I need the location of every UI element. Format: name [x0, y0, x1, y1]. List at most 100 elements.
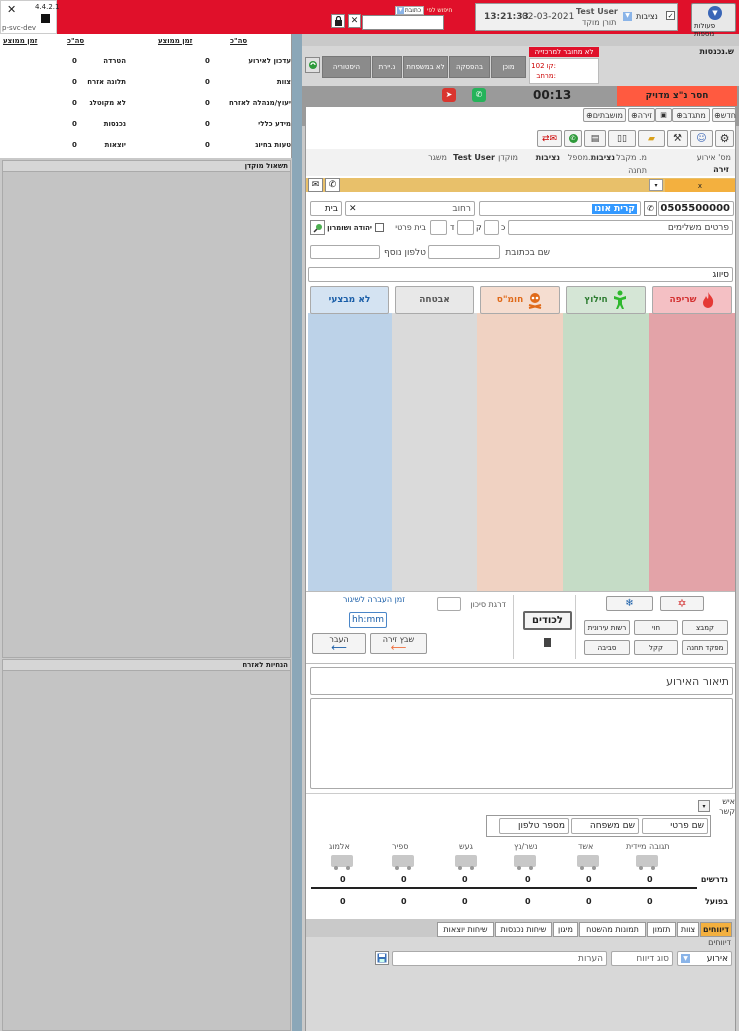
- lock-button[interactable]: [331, 14, 345, 28]
- tab-protection[interactable]: מיגון: [553, 922, 578, 937]
- arena-tab-x[interactable]: x: [665, 179, 735, 192]
- field-k[interactable]: [484, 220, 499, 235]
- user-box: 13:21:33 02-03-2021 Test User תורן מוקד …: [475, 3, 678, 31]
- risk-level-field[interactable]: [437, 597, 461, 611]
- details-field[interactable]: פרטים משלימים: [508, 220, 733, 235]
- settings-button[interactable]: ⚙: [715, 130, 734, 147]
- unit-button[interactable]: ▣: [655, 108, 672, 122]
- transfer-time-field[interactable]: hh:mm: [349, 612, 387, 628]
- category-fire-button[interactable]: שריפה: [652, 286, 732, 314]
- telegram-icon[interactable]: ➤: [442, 88, 456, 102]
- rescuer-icon: [613, 290, 626, 309]
- letter-k: כ: [501, 223, 506, 232]
- magnifier-icon: [312, 223, 322, 233]
- save-report-button[interactable]: [375, 951, 389, 965]
- stat-label: לא מקוטלג: [89, 99, 126, 107]
- search-mode-select[interactable]: ▼ כתובת: [395, 6, 424, 15]
- attachments-button[interactable]: ▰: [638, 130, 665, 147]
- private-house-checkbox[interactable]: [375, 223, 384, 232]
- contact-expand-button[interactable]: ▾: [698, 800, 710, 812]
- description-title-field[interactable]: תיאור האירוע: [310, 667, 733, 695]
- tracked-button[interactable]: ⊕ מתגדב: [672, 108, 710, 122]
- phone-status-icon[interactable]: ✆: [325, 178, 340, 192]
- snowflake-button[interactable]: ❄: [606, 596, 653, 611]
- map-search-button[interactable]: [310, 220, 325, 235]
- house-field[interactable]: בית: [310, 201, 342, 216]
- more-actions-button[interactable]: ▼ פעולות נוספות: [691, 3, 736, 38]
- close-icon[interactable]: ✕: [7, 3, 16, 16]
- tab-paper[interactable]: נ.יירת: [372, 56, 402, 78]
- contact-first-name[interactable]: שם פרטי: [642, 818, 708, 834]
- tab-break[interactable]: בהפסקה: [449, 56, 490, 78]
- role-checkbox[interactable]: ✓: [666, 11, 675, 20]
- contact-last-name[interactable]: שם משפחה: [571, 818, 639, 834]
- star-of-david-icon: ✡: [677, 597, 687, 610]
- phone-device-icon: ▯▯: [617, 133, 627, 144]
- field-q[interactable]: [457, 220, 474, 235]
- refresh-button[interactable]: [305, 57, 320, 73]
- search-input[interactable]: [362, 15, 444, 30]
- phone-lookup-button[interactable]: ✆: [644, 201, 657, 216]
- tab-team[interactable]: צוות: [677, 922, 699, 937]
- dispatch-button-station-commander[interactable]: מפקד תחנה: [682, 640, 728, 655]
- stations-button[interactable]: ⊕ מושבתים: [583, 108, 626, 122]
- tab-not-in-shift[interactable]: לא במשפחת: [403, 56, 448, 78]
- category-security-button[interactable]: אבטחה: [395, 286, 474, 314]
- tools-button[interactable]: ⚒: [667, 130, 688, 147]
- to-codes-button[interactable]: לכודים: [523, 611, 572, 630]
- mail-arrows-icon: ⇄✉: [541, 133, 558, 144]
- street-field[interactable]: ✕ רחוב: [345, 201, 475, 216]
- category-hazmat-button[interactable]: חומ"ס: [480, 286, 560, 314]
- book-button[interactable]: ▤: [584, 130, 606, 147]
- snowflake-icon: ❄: [625, 598, 634, 609]
- tab-history[interactable]: היסטוריה: [322, 56, 371, 78]
- tab-outgoing-calls[interactable]: שיחות יוצאות: [437, 922, 494, 937]
- report-type-field[interactable]: סוג דיווח: [611, 951, 673, 966]
- category-rescue-button[interactable]: חילוץ: [566, 286, 646, 314]
- role-dropdown[interactable]: ▼: [623, 12, 632, 21]
- assign-arena-button[interactable]: שבץ זירה ⟵: [370, 633, 427, 654]
- role-checkbox-label: נציבות: [636, 12, 658, 21]
- tab-timing[interactable]: תזמון: [647, 922, 676, 937]
- extra-phone-field[interactable]: [310, 245, 380, 259]
- stat-label: יעוץ/מנהלה לאזרח: [229, 99, 291, 107]
- tab-incoming-calls[interactable]: שיחות נכנסות: [495, 922, 552, 937]
- written-name-field[interactable]: [428, 245, 500, 259]
- classification-label: סיווג: [712, 269, 729, 280]
- tab-ready[interactable]: מוכן: [491, 56, 526, 78]
- send-mail-button[interactable]: ⇄✉: [537, 130, 562, 147]
- whatsapp-icon[interactable]: ✆: [472, 88, 486, 102]
- phone-number-field[interactable]: 0505500000: [658, 201, 734, 216]
- private-house-label: בית פרטי: [395, 223, 426, 232]
- dispatch-button-kkl[interactable]: קקל: [634, 640, 678, 655]
- classification-field[interactable]: סיווג: [308, 267, 733, 282]
- stat-value: 0: [72, 120, 77, 128]
- dispatch-button-hovi[interactable]: חוי: [634, 620, 678, 635]
- people-button[interactable]: ☺: [690, 130, 713, 147]
- new-button[interactable]: ⊕ חדש: [712, 108, 736, 122]
- report-notes-field[interactable]: הערות: [392, 951, 607, 966]
- clear-street-icon[interactable]: ✕: [349, 204, 357, 214]
- arrow-left-orange-icon: ⟵: [390, 641, 407, 654]
- city-field[interactable]: קרית אונו: [479, 201, 641, 216]
- dispatch-button-environment[interactable]: סביבה: [584, 640, 630, 655]
- call-button[interactable]: ✆: [564, 130, 582, 147]
- star-of-david-button[interactable]: ✡: [660, 596, 704, 611]
- clear-search-button[interactable]: ✕: [348, 14, 361, 28]
- dispatch-button-kamab[interactable]: קמבצ: [682, 620, 728, 635]
- info-label-receiver: מ. מקבל: [616, 153, 647, 162]
- field-d[interactable]: [430, 220, 447, 235]
- tab-reports[interactable]: דיווחים: [700, 922, 732, 937]
- contact-phone[interactable]: מספר טלפון: [499, 818, 569, 834]
- report-event-select[interactable]: ▼ אירוע: [677, 951, 732, 966]
- splitter[interactable]: [292, 34, 302, 1031]
- description-textarea[interactable]: [310, 698, 733, 789]
- dispatch-button-municipality[interactable]: רשות עירונית: [584, 620, 630, 635]
- tab-field-photos[interactable]: תמונות מהשטח: [579, 922, 646, 937]
- pass-button[interactable]: העבר ⟵: [312, 633, 366, 654]
- arena-button[interactable]: ⊕ זירה: [628, 108, 655, 122]
- mail-icon[interactable]: ✉: [308, 178, 323, 192]
- devices-button[interactable]: ▯▯: [608, 130, 636, 147]
- category-nonop-button[interactable]: לא מבצעי: [310, 286, 389, 314]
- arena-tab-dropdown[interactable]: ▾: [649, 179, 663, 191]
